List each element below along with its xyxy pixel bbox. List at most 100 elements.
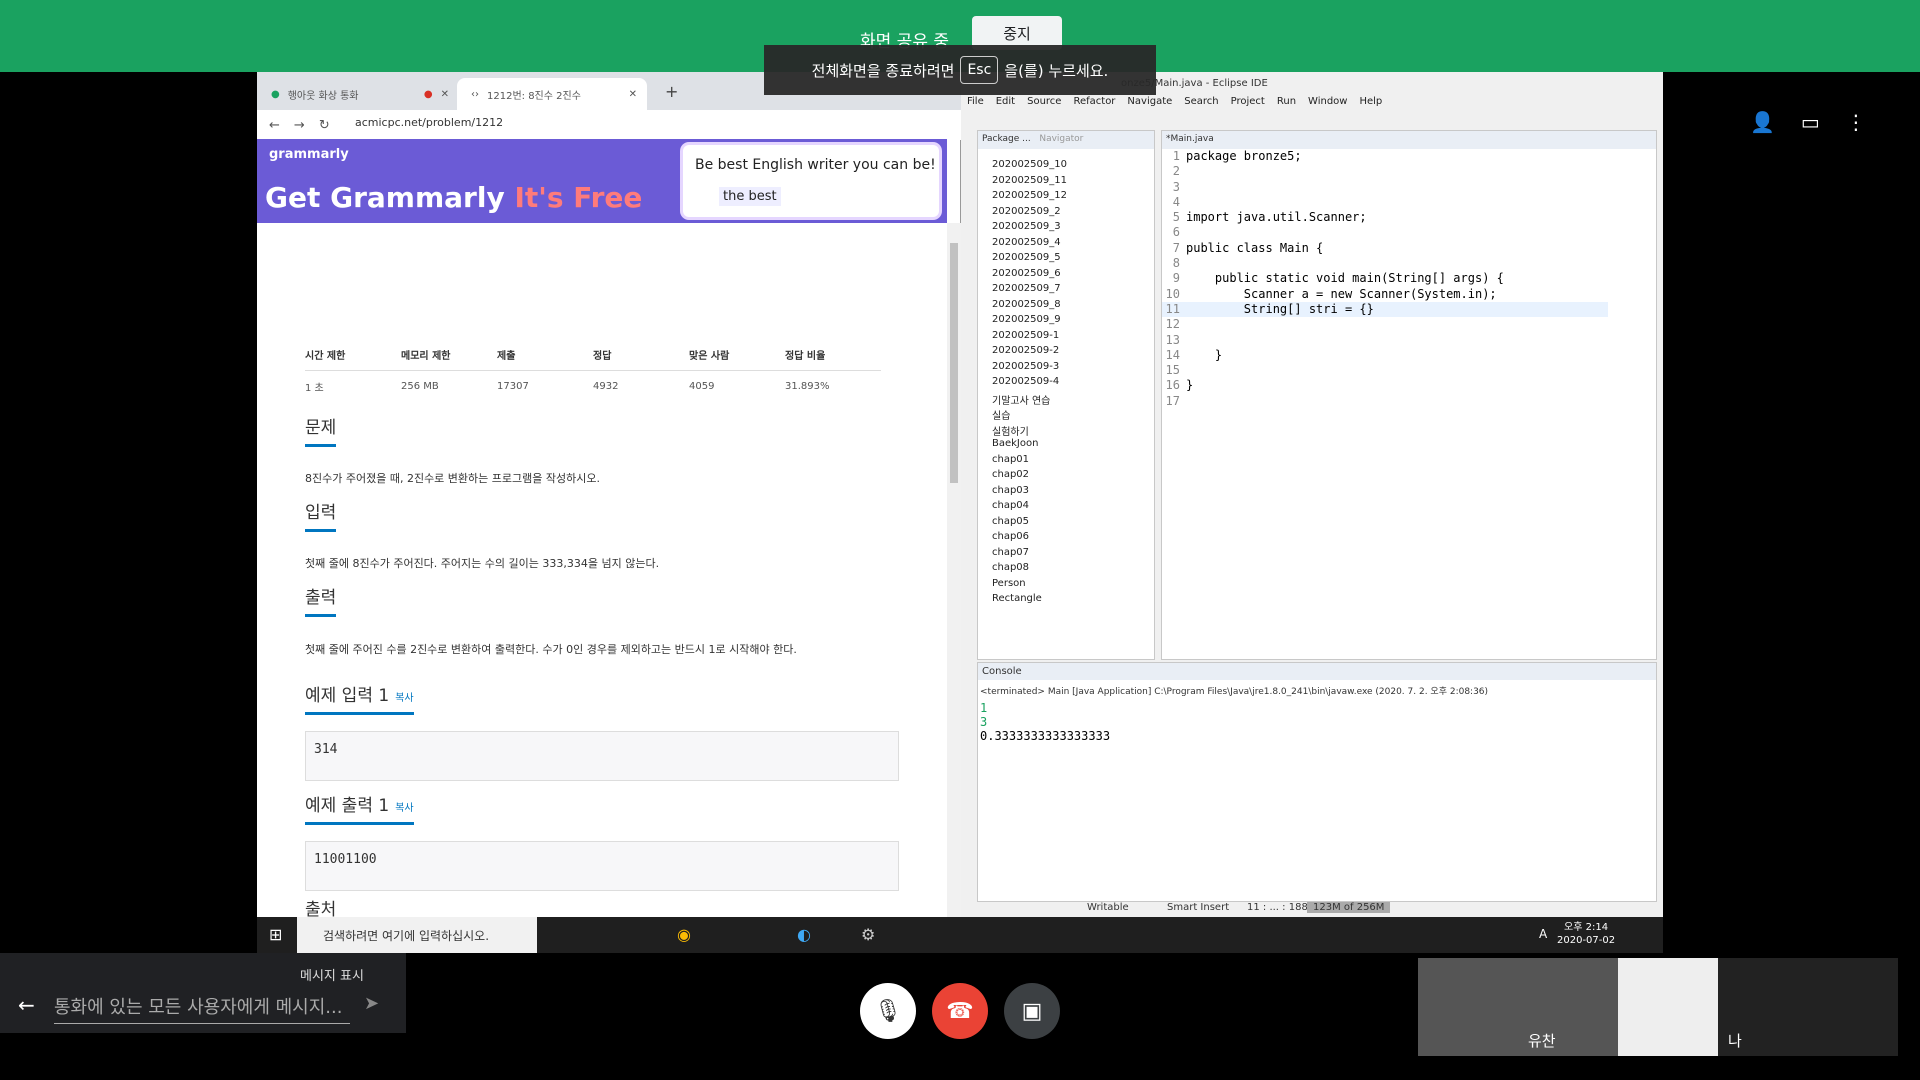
package-item[interactable]: chap01	[978, 454, 1154, 470]
code-line: 12	[1162, 317, 1632, 332]
participant-tile[interactable]	[1618, 958, 1718, 1056]
participant-tile[interactable]: 나	[1718, 958, 1898, 1056]
package-item[interactable]: chap04	[978, 500, 1154, 516]
menu-help[interactable]: Help	[1359, 96, 1382, 112]
fullscreen-toast: 전체화면을 종료하려면 Esc 을(를) 누르세요.	[764, 45, 1156, 95]
ad-headline-b: It's Free	[514, 181, 643, 214]
line-text: Scanner a = new Scanner(System.in);	[1186, 286, 1497, 301]
line-text: package bronze5;	[1186, 149, 1302, 163]
chrome-taskbar-icon[interactable]: ◉	[677, 925, 691, 944]
package-item[interactable]: 202002509-1	[978, 330, 1154, 346]
reload-icon[interactable]: ↻	[319, 118, 330, 133]
hangouts-icon: ●	[271, 88, 280, 100]
camera-toggle-button[interactable]: ▣	[1004, 983, 1060, 1039]
package-item[interactable]: chap07	[978, 547, 1154, 563]
address-bar[interactable]: acmicpc.net/problem/1212	[355, 116, 503, 129]
line-text: import java.util.Scanner;	[1186, 210, 1367, 225]
line-number: 12	[1165, 317, 1180, 332]
menu-project[interactable]: Project	[1231, 96, 1265, 112]
taskbar-search[interactable]: 검색하려면 여기에 입력하십시오.	[297, 917, 537, 953]
editor-tab[interactable]: *Main.java	[1162, 131, 1656, 149]
camera-off-icon: ▣	[1021, 998, 1043, 1024]
table-header: 정답	[593, 339, 689, 371]
end-call-button[interactable]: ☎	[932, 983, 988, 1039]
package-item[interactable]: 202002509_2	[978, 206, 1154, 222]
package-item[interactable]: 202002509_11	[978, 175, 1154, 191]
package-item[interactable]: 202002509_3	[978, 221, 1154, 237]
copy-button[interactable]: 복사	[395, 693, 413, 704]
ime-indicator[interactable]: A	[1539, 927, 1547, 941]
participant-name: 나	[1728, 1032, 1742, 1050]
package-item[interactable]: chap03	[978, 485, 1154, 501]
present-icon[interactable]: ▭	[1801, 110, 1820, 134]
package-item[interactable]: 실험하기	[978, 423, 1154, 439]
line-number: 8	[1172, 256, 1180, 271]
show-messages-toggle[interactable]: 메시지 표시	[300, 965, 364, 984]
menu-source[interactable]: Source	[1027, 96, 1061, 112]
edge-taskbar-icon[interactable]: ◐	[797, 925, 811, 944]
package-item[interactable]: 202002509-2	[978, 345, 1154, 361]
menu-refactor[interactable]: Refactor	[1073, 96, 1115, 112]
menu-run[interactable]: Run	[1277, 96, 1296, 112]
package-item[interactable]: chap06	[978, 531, 1154, 547]
participant-tile[interactable]: 유찬	[1418, 958, 1618, 1056]
console-tab[interactable]: Console	[978, 663, 1656, 680]
package-item[interactable]: 실습	[978, 407, 1154, 423]
package-item[interactable]: 202002509_4	[978, 237, 1154, 253]
package-item[interactable]: 202002509_12	[978, 190, 1154, 206]
menu-navigate[interactable]: Navigate	[1127, 96, 1172, 112]
limits-table: 시간 제한 메모리 제한 제출 정답 맞은 사람 정답 비율 1 초 256 MB 17307…	[305, 339, 881, 402]
package-item[interactable]: 202002509_9	[978, 314, 1154, 330]
copy-button[interactable]: 복사	[395, 803, 413, 814]
package-item[interactable]: 202002509-3	[978, 361, 1154, 377]
package-item[interactable]: chap08	[978, 562, 1154, 578]
ad-logo: grammarly	[269, 147, 349, 162]
package-explorer-tab[interactable]: Package ... Navigator	[978, 131, 1154, 149]
line-text: public class Main {	[1186, 240, 1324, 255]
tab-baekjoon[interactable]: ‹› 1212번: 8진수 2진수 ✕	[457, 78, 647, 110]
package-item[interactable]: 202002509_5	[978, 252, 1154, 268]
close-icon[interactable]: ✕	[441, 89, 449, 100]
menu-window[interactable]: Window	[1308, 96, 1347, 112]
package-item[interactable]: BaekJoon	[978, 438, 1154, 454]
send-icon[interactable]: ➤	[364, 993, 379, 1014]
taskbar-clock[interactable]: 오후 2:14 2020-07-02	[1557, 921, 1615, 947]
windows-start-icon[interactable]: ⊞	[269, 925, 282, 944]
ad-card: Be best English writer you can be! the b…	[683, 145, 939, 217]
package-item[interactable]: 202002509_8	[978, 299, 1154, 315]
package-item[interactable]: Rectangle	[978, 593, 1154, 609]
menu-search[interactable]: Search	[1184, 96, 1218, 112]
close-icon[interactable]: ✕	[629, 89, 637, 100]
menu-edit[interactable]: Edit	[996, 96, 1015, 112]
code-line: 8	[1162, 256, 1632, 271]
code-line: 10 Scanner a = new Scanner(System.in);	[1162, 287, 1632, 302]
message-input[interactable]: 통화에 있는 모든 사용자에게 메시지...	[54, 993, 350, 1024]
tab-hangouts[interactable]: ● 행아웃 화상 통화 ● ✕	[257, 78, 457, 110]
package-item[interactable]: 기말고사 연습	[978, 392, 1154, 408]
new-tab-icon[interactable]: +	[665, 82, 678, 101]
forward-icon[interactable]: →	[294, 118, 305, 133]
back-arrow-icon[interactable]: ←	[18, 993, 35, 1017]
package-item[interactable]: 202002509_6	[978, 268, 1154, 284]
page-scrollbar[interactable]	[947, 223, 961, 917]
package-item[interactable]: chap02	[978, 469, 1154, 485]
status-heap[interactable]: 123M of 256M	[1307, 902, 1391, 913]
add-person-icon[interactable]: 👤	[1750, 110, 1775, 134]
eclipse-taskbar-icon[interactable]: ⚙	[861, 925, 875, 944]
mic-toggle-button[interactable]: 🎙	[860, 983, 916, 1039]
scroll-thumb[interactable]	[950, 243, 958, 483]
more-icon[interactable]: ⋮	[1846, 110, 1866, 134]
package-item[interactable]: Person	[978, 578, 1154, 594]
grammarly-ad[interactable]: grammarly Get Grammarly It's Free Be bes…	[257, 139, 947, 223]
package-item[interactable]: 202002509_10	[978, 159, 1154, 175]
package-item[interactable]: 202002509-4	[978, 376, 1154, 392]
menu-file[interactable]: File	[967, 96, 984, 112]
esc-key: Esc	[960, 56, 999, 84]
code-editor[interactable]: *Main.java 1 package bronze5; 2 3 4 5 import j…	[1161, 130, 1657, 660]
table-cell: 256 MB	[401, 381, 439, 392]
back-icon[interactable]: ←	[269, 118, 280, 133]
participant-name: 유찬	[1528, 1032, 1556, 1050]
package-item[interactable]: 202002509_7	[978, 283, 1154, 299]
navigator-tab-label[interactable]: Navigator	[1039, 134, 1083, 144]
package-item[interactable]: chap05	[978, 516, 1154, 532]
